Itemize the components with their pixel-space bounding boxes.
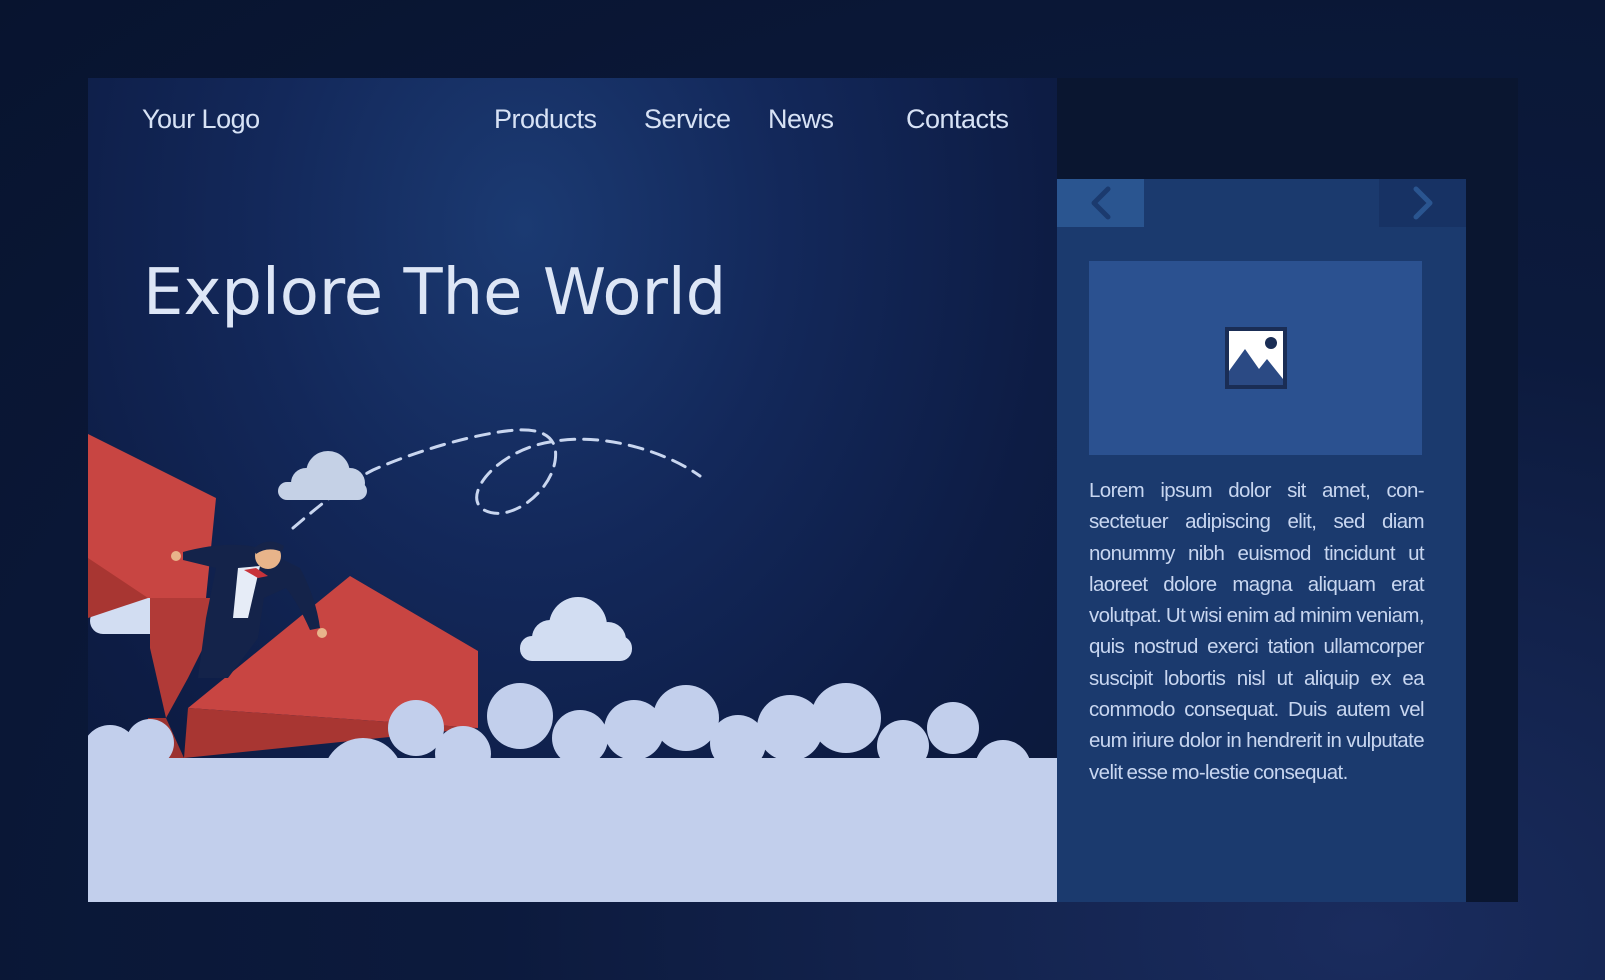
- nav-item-news[interactable]: News: [768, 104, 834, 135]
- slider-next-button[interactable]: [1379, 179, 1466, 227]
- cloud-small-top: [278, 451, 367, 500]
- nav-item-service[interactable]: Service: [644, 104, 731, 135]
- hero-title: Explore The World: [143, 256, 727, 330]
- landing-page-frame: Your Logo Products Service News Contacts…: [88, 78, 1518, 902]
- card-image: [1089, 261, 1422, 455]
- card-body-text: Lorem ipsum dolor sit amet, con-sectetue…: [1089, 479, 1425, 784]
- side-card: Lorem ipsum dolor sit amet, con-sectetue…: [1057, 179, 1466, 902]
- nav-item-products[interactable]: Products: [494, 104, 597, 135]
- chevron-left-icon: [1091, 186, 1110, 220]
- cloud-right: [520, 597, 632, 661]
- nav-item-contacts[interactable]: Contacts: [906, 104, 1009, 135]
- chevron-right-icon: [1413, 186, 1432, 220]
- slider-prev-button[interactable]: [1057, 179, 1144, 227]
- image-placeholder-icon: [1224, 327, 1287, 389]
- main-nav: Products Service News Contacts: [88, 104, 1057, 140]
- hero-section: Your Logo Products Service News Contacts…: [88, 78, 1057, 902]
- hero-illustration: [88, 428, 1057, 902]
